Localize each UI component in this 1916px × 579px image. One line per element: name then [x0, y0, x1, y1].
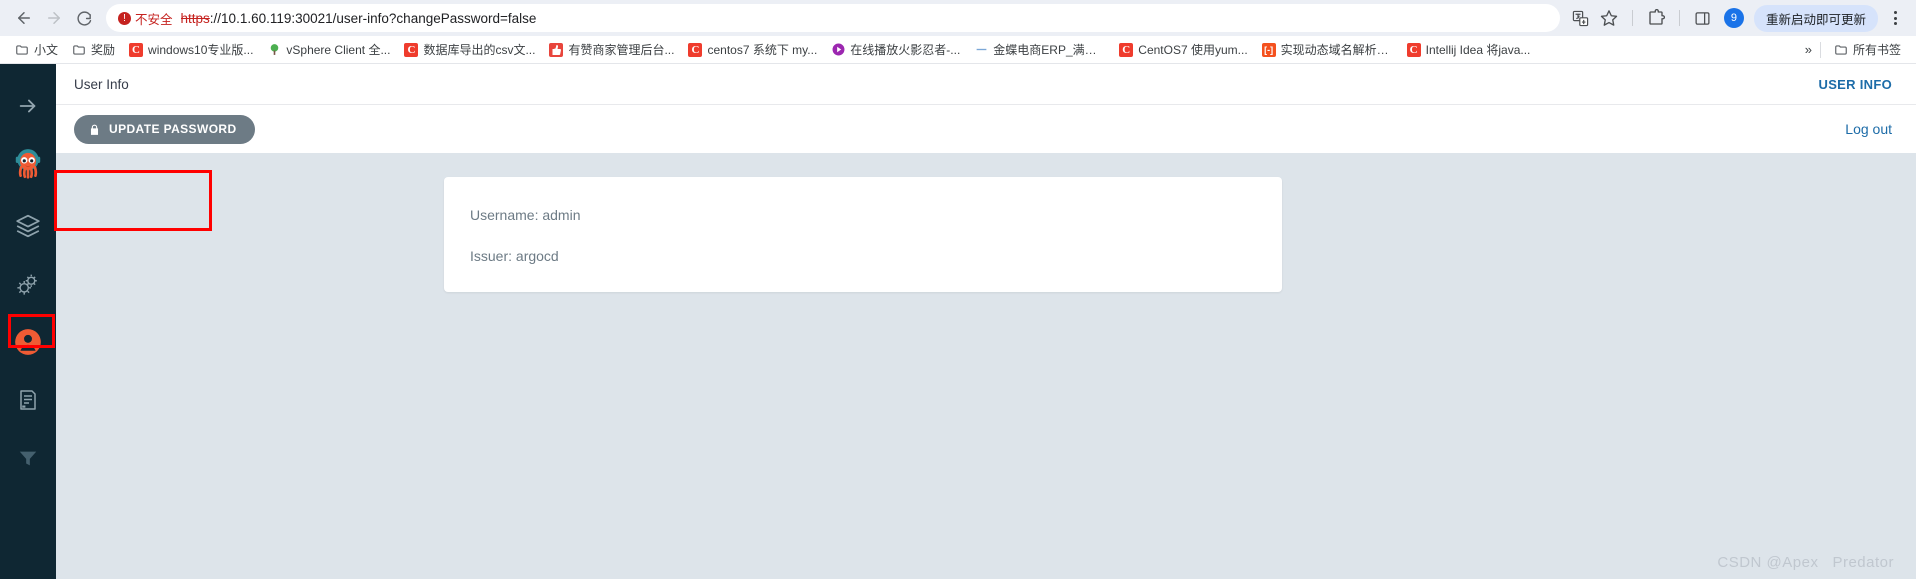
- forward-button[interactable]: [40, 4, 68, 32]
- bookmark-item[interactable]: 金蝶电商ERP_满足...: [967, 39, 1112, 60]
- play-icon: [831, 43, 845, 57]
- update-button[interactable]: 重新启动即可更新: [1753, 4, 1878, 32]
- csdn-icon: C: [1406, 42, 1421, 57]
- bookmarks-divider: [1819, 41, 1821, 58]
- bookmark-label: 奖励: [91, 43, 116, 57]
- lock-icon: [88, 123, 101, 136]
- issuer-row: Issuer: argocd: [470, 248, 559, 264]
- all-bookmarks-button[interactable]: 所有书签: [1827, 39, 1908, 60]
- folder-icon: [72, 43, 86, 57]
- tab-user-info[interactable]: USER INFO: [1819, 77, 1892, 92]
- tree-icon: [267, 43, 281, 57]
- bookmarks-overflow-icon[interactable]: »: [1797, 42, 1820, 57]
- csdn-icon: C: [688, 42, 703, 57]
- bookmark-item[interactable]: 在线播放火影忍者-...: [824, 39, 967, 60]
- bookmark-item[interactable]: 有赞商家管理后台...: [542, 39, 681, 60]
- folder-icon: [1834, 43, 1848, 57]
- thumb-up-icon: [549, 42, 564, 57]
- bookmark-label: 实现动态域名解析D...: [1280, 43, 1393, 57]
- sidebar-item-documentation[interactable]: [6, 378, 50, 422]
- csdn-icon: C: [129, 42, 144, 57]
- dash-icon: [974, 43, 988, 57]
- csdn-icon: C: [1119, 42, 1134, 57]
- bookmark-label: centos7 系统下 my...: [707, 43, 818, 57]
- browser-menu-icon[interactable]: [1884, 11, 1906, 25]
- bookmark-label: 小文: [34, 43, 59, 57]
- watermark: CSDN @Apex Predator: [1717, 554, 1894, 571]
- not-secure-icon: !: [118, 11, 131, 25]
- logout-link[interactable]: Log out: [1845, 121, 1892, 137]
- csdn-icon: C: [404, 42, 419, 57]
- toolbar-divider-1: [1631, 10, 1633, 26]
- action-bar: UPDATE PASSWORD Log out: [56, 105, 1916, 153]
- bookmark-label: 有赞商家管理后台...: [568, 43, 675, 57]
- page-header: User Info USER INFO: [56, 64, 1916, 105]
- profile-avatar[interactable]: 9: [1723, 8, 1744, 28]
- all-bookmarks-label: 所有书签: [1852, 43, 1901, 57]
- update-password-label: UPDATE PASSWORD: [109, 122, 237, 136]
- side-panel-icon[interactable]: [1690, 5, 1716, 31]
- username-row: Username: admin: [470, 207, 581, 223]
- address-bar[interactable]: ! 不安全 https://10.1.60.119:30021/user-inf…: [106, 4, 1560, 32]
- bookmark-item[interactable]: 小文: [8, 39, 65, 60]
- security-status-label: 不安全: [135, 12, 173, 27]
- back-button[interactable]: [10, 4, 38, 32]
- bookmark-star-icon[interactable]: [1596, 5, 1622, 31]
- bookmark-item[interactable]: 奖励: [65, 39, 122, 60]
- bookmark-label: vSphere Client 全...: [286, 43, 391, 57]
- bookmark-item[interactable]: Ccentos7 系统下 my...: [681, 39, 824, 60]
- bookmark-label: Intellij Idea 将java...: [1425, 43, 1531, 57]
- bookmark-item[interactable]: C CentOS7 使用yum...: [1112, 39, 1254, 60]
- page-title: User Info: [74, 76, 129, 92]
- sidebar-item-user-info[interactable]: [6, 320, 50, 364]
- bookmark-label: windows10专业版...: [148, 43, 254, 57]
- argocd-logo[interactable]: [6, 142, 50, 186]
- bookmark-item[interactable]: C Intellij Idea 将java...: [1400, 39, 1538, 60]
- sidebar: [0, 64, 56, 579]
- sidebar-item-settings[interactable]: [6, 262, 50, 306]
- main-panel: User Info USER INFO UPDATE PASSWORD Log …: [56, 64, 1916, 579]
- bookmark-item[interactable]: vSphere Client 全...: [260, 39, 397, 60]
- url-path: ://10.1.60.119:30021/user-info?changePas…: [209, 10, 537, 26]
- toolbar-divider-2: [1678, 10, 1680, 26]
- bookmark-item[interactable]: [-] 实现动态域名解析D...: [1255, 39, 1400, 60]
- reload-button[interactable]: [70, 4, 98, 32]
- bracket-icon: [-]: [1261, 42, 1276, 57]
- sidebar-item-collapse[interactable]: [6, 84, 50, 128]
- update-password-button[interactable]: UPDATE PASSWORD: [74, 114, 255, 144]
- extensions-icon[interactable]: [1643, 5, 1669, 31]
- bookmarks-bar: 小文 奖励 Cwindows10专业版... vSphere Client 全.…: [0, 36, 1916, 64]
- bookmark-item[interactable]: Cwindows10专业版...: [122, 39, 260, 60]
- bookmark-label: CentOS7 使用yum...: [1138, 43, 1248, 57]
- bookmark-label: 金蝶电商ERP_满足...: [993, 43, 1106, 57]
- url-text: https://10.1.60.119:30021/user-info?chan…: [181, 11, 537, 26]
- browser-toolbar: ! 不安全 https://10.1.60.119:30021/user-inf…: [0, 0, 1916, 36]
- sidebar-item-applications[interactable]: [6, 204, 50, 248]
- folder-icon: [15, 43, 29, 57]
- bookmark-label: 在线播放火影忍者-...: [850, 43, 961, 57]
- app-body: User Info USER INFO UPDATE PASSWORD Log …: [0, 64, 1916, 579]
- translate-icon[interactable]: [1568, 5, 1594, 31]
- content-area: Username: admin Issuer: argocd CSDN @Ape…: [56, 153, 1916, 579]
- bookmark-label: 数据库导出的csv文...: [423, 43, 536, 57]
- url-scheme: https: [180, 10, 210, 26]
- security-status[interactable]: ! 不安全: [118, 9, 173, 28]
- bookmark-item[interactable]: C 数据库导出的csv文...: [397, 39, 542, 60]
- sidebar-item-filter[interactable]: [6, 436, 50, 480]
- user-info-card: Username: admin Issuer: argocd: [444, 177, 1282, 292]
